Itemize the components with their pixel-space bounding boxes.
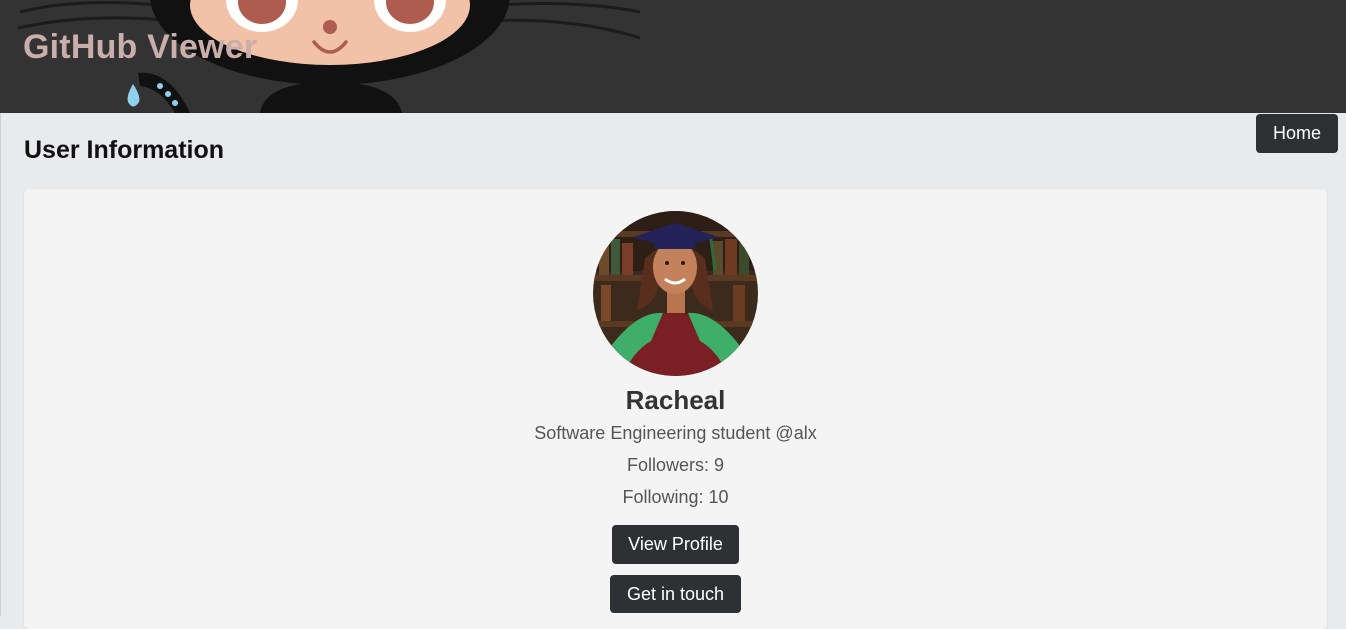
- following-label: Following:: [622, 487, 709, 507]
- following-value: 10: [708, 487, 729, 507]
- avatar: [593, 211, 758, 376]
- get-in-touch-button[interactable]: Get in touch: [610, 575, 741, 613]
- following-count: Following: 10: [24, 487, 1327, 508]
- view-profile-button[interactable]: View Profile: [612, 525, 739, 564]
- home-button[interactable]: Home: [1256, 114, 1338, 153]
- app-header: GitHub Viewer: [0, 0, 1346, 113]
- followers-value: 9: [714, 455, 725, 475]
- followers-count: Followers: 9: [24, 455, 1327, 476]
- user-card: Racheal Software Engineering student @al…: [24, 189, 1327, 629]
- main-content: Home User Information Racheal Software E…: [0, 113, 1346, 629]
- app-title: GitHub Viewer: [23, 28, 258, 66]
- avatar-photo: [593, 211, 758, 376]
- followers-label: Followers:: [626, 455, 714, 475]
- user-bio: Software Engineering student @alx: [534, 423, 817, 443]
- section-title: User Information: [24, 136, 225, 164]
- user-name: Racheal: [625, 385, 726, 415]
